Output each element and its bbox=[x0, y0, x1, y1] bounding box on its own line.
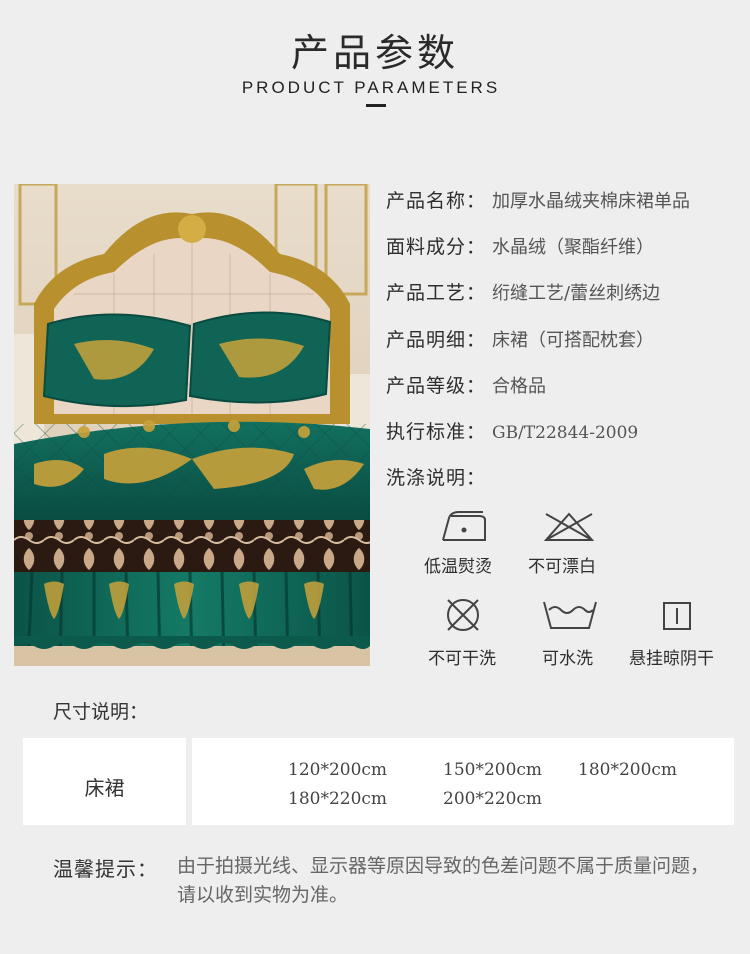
care-label: 不可干洗 bbox=[428, 649, 496, 669]
hang-dry-shade-icon bbox=[663, 602, 691, 630]
param-value: 加厚水晶绒夹棉床裙单品 bbox=[492, 191, 691, 212]
low-temp-iron-icon bbox=[442, 511, 486, 541]
param-value: 合格品 bbox=[492, 376, 547, 397]
size-value: 120*200cm bbox=[288, 760, 388, 780]
param-row-detail: 产品明细： 床裙（可搭配枕套） bbox=[386, 323, 654, 357]
param-key: 面料成分： bbox=[386, 236, 487, 258]
param-row-standard: 执行标准： GB/T22844-2009 bbox=[386, 415, 638, 449]
product-photo bbox=[14, 184, 370, 666]
care-label: 可水洗 bbox=[542, 649, 593, 669]
param-row-name: 产品名称： 加厚水晶绒夹棉床裙单品 bbox=[386, 184, 690, 218]
size-heading: 尺寸说明： bbox=[53, 701, 149, 723]
param-value: 床裙（可搭配枕套） bbox=[492, 330, 655, 351]
washable-icon bbox=[543, 601, 597, 629]
param-row-fabric: 面料成分： 水晶绒（聚酯纤维） bbox=[386, 230, 654, 264]
note-text: 由于拍摄光线、显示器等原因导致的色差问题不属于质量问题，请以收到实物为准。 bbox=[177, 855, 710, 906]
param-key: 产品明细： bbox=[386, 329, 487, 351]
no-bleach-icon bbox=[543, 512, 595, 541]
param-row-wash: 洗涤说明： bbox=[386, 461, 486, 495]
param-key: 产品等级： bbox=[386, 375, 487, 397]
size-value: 180*220cm bbox=[288, 789, 388, 809]
care-label: 低温熨烫 bbox=[424, 557, 492, 577]
param-key: 洗涤说明： bbox=[386, 467, 487, 489]
size-value: 180*200cm bbox=[578, 760, 678, 780]
care-label: 不可漂白 bbox=[528, 557, 596, 577]
size-value: 150*200cm bbox=[443, 760, 543, 780]
title-divider bbox=[366, 104, 386, 107]
page-title-en: PRODUCT PARAMETERS bbox=[241, 78, 501, 97]
size-table-values-cell: 120*200cm 150*200cm 180*200cm 180*220cm … bbox=[192, 738, 734, 825]
param-row-grade: 产品等级： 合格品 bbox=[386, 369, 546, 403]
param-key: 产品名称： bbox=[386, 190, 487, 212]
param-key: 执行标准： bbox=[386, 421, 487, 443]
note-heading: 温馨提示： bbox=[53, 857, 158, 881]
page-title-cn: 产品参数 bbox=[290, 31, 459, 75]
bed-skirt-illustration bbox=[14, 184, 370, 666]
param-value: 绗缝工艺/蕾丝刺绣边 bbox=[492, 283, 661, 304]
care-label: 悬挂晾阴干 bbox=[629, 649, 714, 669]
size-item-name: 床裙 bbox=[84, 776, 125, 800]
size-table-item-cell: 床裙 bbox=[23, 738, 186, 825]
param-key: 产品工艺： bbox=[386, 282, 487, 304]
param-value: GB/T22844-2009 bbox=[492, 423, 639, 443]
param-row-craft: 产品工艺： 绗缝工艺/蕾丝刺绣边 bbox=[386, 276, 660, 310]
size-value: 200*220cm bbox=[443, 789, 543, 809]
no-dry-clean-icon bbox=[447, 599, 479, 631]
param-value: 水晶绒（聚酯纤维） bbox=[492, 237, 655, 258]
